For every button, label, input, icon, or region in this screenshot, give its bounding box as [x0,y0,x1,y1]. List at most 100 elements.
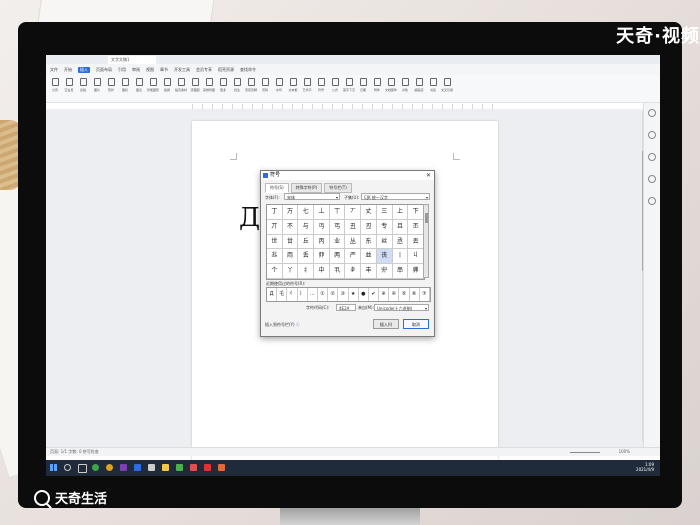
recent-symbol-cell[interactable]: ⑦ [420,288,430,301]
ribbon-item[interactable]: 智能图形 [147,75,159,102]
recent-symbol-cell[interactable]: ✔ [369,288,380,301]
menu-insert[interactable]: 插入 [78,66,90,73]
recent-symbol-cell[interactable]: ③ [338,288,349,301]
symbol-cell[interactable]: 丩 [408,249,424,265]
symbol-cell[interactable]: 丞 [392,234,409,250]
settings-icon[interactable] [648,197,656,205]
menu-search-command[interactable]: 查找命令 [240,67,256,73]
app-icon[interactable] [134,464,141,471]
ribbon-item[interactable]: 稻壳素材 [175,75,187,102]
search-icon[interactable] [64,464,71,471]
ribbon-item[interactable]: 图片 [92,75,102,102]
symbol-cell[interactable]: 丕 [408,219,424,235]
symbol-cell[interactable]: 三 [376,205,393,220]
select-icon[interactable] [648,131,656,139]
menu-file[interactable]: 文件 [50,67,58,73]
symbol-cell[interactable]: 丒 [361,219,377,235]
insert-to-bar-link[interactable]: 插入到符号栏(Y) ⓘ [265,322,300,328]
symbol-cell[interactable]: 丫 [282,264,299,279]
symbol-cell[interactable]: 丮 [329,264,346,279]
grid-scrollbar[interactable] [423,204,429,278]
symbol-cell[interactable]: 両 [282,249,299,265]
symbol-cell[interactable]: 丣 [314,249,330,265]
symbol-cell[interactable]: 丨 [392,249,409,265]
recent-symbol-cell[interactable]: ① [318,288,329,301]
symbol-cell[interactable]: 七 [298,205,315,220]
symbol-cell[interactable]: 丱 [376,264,393,279]
font-select[interactable]: 宋体 ▾ [284,193,340,200]
symbol-cell[interactable]: 丠 [267,249,283,265]
from-select[interactable]: Unicode(十六进制) ▾ [374,304,429,311]
app-icon[interactable] [106,464,113,471]
symbol-cell[interactable]: 丬 [298,264,315,279]
insert-button[interactable]: 插入(I) [373,319,399,329]
task-view-icon[interactable] [78,464,87,473]
ribbon-item[interactable]: 页眉页脚 [245,75,257,102]
symbol-cell[interactable]: 丛 [345,234,362,250]
folder-icon[interactable] [162,464,169,471]
recent-symbol-cell[interactable]: ● [359,288,369,301]
subset-select[interactable]: CJK 统一汉字 ▾ [361,193,430,200]
ribbon-item[interactable]: 思维导图 [203,75,215,102]
ribbon-item[interactable]: 批注 [232,75,242,102]
ribbon-item[interactable]: 文档部件 [385,75,397,102]
menu-view[interactable]: 视图 [146,67,154,73]
ribbon-item[interactable]: 对象 [400,75,410,102]
symbol-cell[interactable]: 万 [282,205,299,220]
ribbon-item[interactable]: 表格 [78,75,88,102]
symbol-cell[interactable]: 业 [329,234,346,250]
app-icon[interactable] [148,464,155,471]
symbol-cell[interactable]: 丑 [345,219,362,235]
style-icon[interactable] [648,175,656,183]
windows-start-icon[interactable] [50,464,57,471]
symbol-cell[interactable]: 中 [314,264,330,279]
symbol-cell[interactable]: 两 [329,249,346,265]
menu-chapter[interactable]: 章节 [160,67,168,73]
symbol-cell[interactable]: 与 [298,219,315,235]
menu-review[interactable]: 审阅 [132,67,140,73]
symbol-cell[interactable]: 严 [345,249,362,265]
char-code-input[interactable]: 4E2A [336,304,356,311]
recent-symbol-cell[interactable]: ※ [379,288,390,301]
symbol-cell[interactable]: 下 [408,205,424,220]
ribbon-item[interactable]: 空白页 [64,75,74,102]
symbol-cell[interactable]: 丁 [267,205,283,220]
menu-developer[interactable]: 开发工具 [174,67,190,73]
symbol-cell[interactable]: 丝 [376,234,393,250]
ribbon-item[interactable]: 艺术字 [302,75,312,102]
ribbon-item[interactable]: 文本框 [288,75,298,102]
ribbon-item[interactable]: 截屏 [162,75,172,102]
symbol-cell[interactable]: 丙 [314,234,330,250]
app-icon[interactable] [218,464,225,471]
tab-symbol-bar[interactable]: 符号栏(T) [324,183,352,193]
symbol-cell[interactable]: 丟 [408,234,424,250]
ribbon-item[interactable]: 页码 [260,75,270,102]
symbol-cell[interactable]: 丧 [376,249,393,265]
menu-references[interactable]: 引用 [118,67,126,73]
edit-icon[interactable] [648,109,656,117]
close-icon[interactable]: ✕ [426,171,431,180]
app-icon[interactable] [190,464,197,471]
ribbon-item[interactable]: 分页 [50,75,60,102]
symbol-cell[interactable]: 东 [361,234,377,250]
symbol-cell[interactable]: 丳 [408,264,424,279]
zoom-slider[interactable] [570,452,600,453]
symbol-cell[interactable]: 丏 [314,219,330,235]
symbol-cell[interactable]: 且 [392,219,409,235]
ribbon-item[interactable]: 公式 [330,75,340,102]
browser-icon[interactable] [92,464,99,471]
recent-symbol-cell[interactable]: ⑥ [410,288,420,301]
ribbon-item[interactable]: 符号 [316,75,326,102]
ribbon-item[interactable]: 水印 [274,75,284,102]
symbol-cell[interactable]: 丯 [345,264,362,279]
cancel-button[interactable]: 取消 [403,319,429,329]
history-icon[interactable] [648,153,656,161]
symbol-cell[interactable]: 不 [282,219,299,235]
symbol-cell[interactable]: 丌 [267,219,283,235]
tab-special-chars[interactable]: 特殊字符(P) [290,183,323,193]
menu-home[interactable]: 开始 [64,67,72,73]
recent-symbol-cell[interactable]: 亻 [287,288,298,301]
grid-scroll-thumb[interactable] [425,213,428,223]
symbol-cell[interactable]: 丘 [298,234,315,250]
tab-symbols[interactable]: 符号(S) [265,183,289,193]
